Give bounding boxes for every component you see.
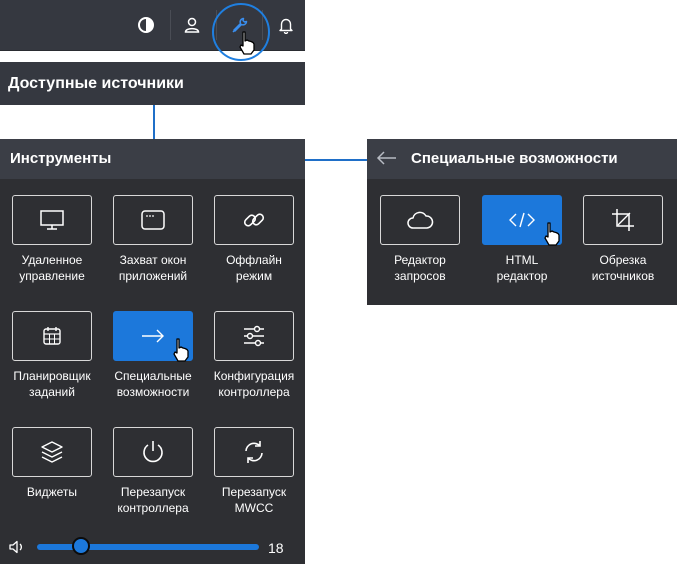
arrow-right-icon — [142, 329, 164, 343]
connector-line — [153, 105, 155, 139]
tile-label: Планировщик заданий — [13, 369, 91, 399]
hand-cursor-icon — [544, 222, 560, 246]
calendar-icon — [43, 327, 61, 345]
accessibility-header: Специальные возможности — [367, 139, 677, 179]
restart-controller-button[interactable] — [113, 427, 193, 477]
sliders-icon — [244, 325, 264, 347]
bell-icon[interactable] — [264, 0, 308, 50]
sources-panel: Доступные источники — [0, 62, 305, 105]
tile-label: Перезапуск контроллера — [117, 485, 189, 515]
refresh-icon — [245, 441, 263, 463]
code-icon — [509, 212, 535, 228]
link-icon — [243, 213, 265, 227]
tile-label: HTML редактор — [496, 253, 548, 283]
hand-cursor-icon — [239, 31, 255, 55]
tile-label: Виджеты — [26, 485, 78, 499]
speaker-icon[interactable] — [9, 540, 25, 554]
tile-label: Редактор запросов — [394, 253, 446, 283]
crop-sources-button[interactable] — [583, 195, 663, 245]
tile-label: Оффлайн режим — [226, 253, 282, 283]
accessibility-title: Специальные возможности — [411, 150, 618, 167]
contrast-icon[interactable] — [124, 0, 168, 50]
window-capture-button[interactable] — [113, 195, 193, 245]
tile-label: Перезапуск MWCC — [221, 485, 287, 515]
tile-label: Захват окон приложений — [118, 253, 188, 283]
tile-label: Удаленное управление — [19, 253, 85, 283]
tools-header: Инструменты — [0, 139, 305, 179]
user-icon[interactable] — [170, 0, 214, 50]
sources-title: Доступные источники — [8, 75, 184, 92]
layers-icon — [41, 441, 63, 463]
cloud-icon — [407, 211, 434, 229]
offline-mode-button[interactable] — [214, 195, 294, 245]
tools-title: Инструменты — [10, 150, 112, 167]
connector-line — [305, 159, 367, 161]
controller-config-button[interactable] — [214, 311, 294, 361]
tile-label: Конфигурация контроллера — [213, 369, 295, 399]
back-arrow-icon[interactable] — [375, 149, 399, 167]
monitor-icon — [40, 210, 64, 230]
power-icon — [143, 441, 163, 463]
remote-control-button[interactable] — [12, 195, 92, 245]
crop-icon — [612, 209, 634, 231]
accessibility-panel: Специальные возможности Редактор запросов… — [367, 139, 677, 305]
volume-slider-track[interactable] — [37, 544, 259, 550]
tile-label: Обрезка источников — [591, 253, 655, 283]
hand-cursor-icon — [173, 338, 189, 362]
volume-value: 18 — [268, 540, 284, 556]
restart-mwcc-button[interactable] — [214, 427, 294, 477]
query-editor-button[interactable] — [380, 195, 460, 245]
tools-panel: Инструменты Удаленное управление Захват о… — [0, 139, 305, 564]
tile-label: Специальные возможности — [114, 369, 192, 399]
window-icon — [141, 210, 165, 230]
widgets-button[interactable] — [12, 427, 92, 477]
task-scheduler-button[interactable] — [12, 311, 92, 361]
